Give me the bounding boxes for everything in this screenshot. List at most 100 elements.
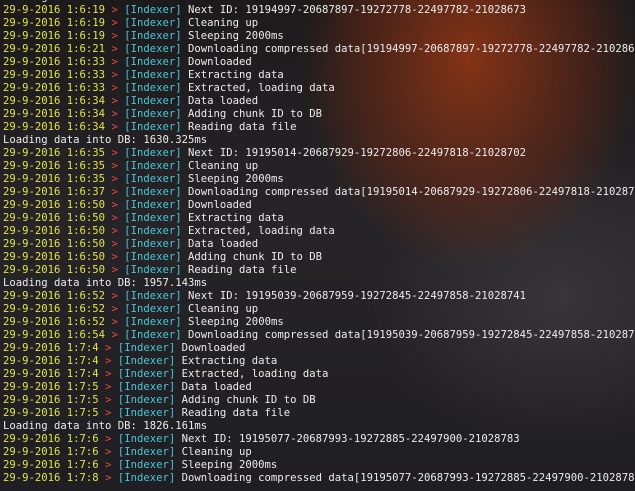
- log-tag: [Indexer]: [117, 368, 176, 380]
- log-timestamp: 29-9-2016 1:6:50: [3, 264, 106, 276]
- log-message: Next ID: 19195077-20687993-19272885-2249…: [181, 433, 520, 445]
- log-arrow: >: [111, 147, 118, 159]
- log-line: 29-9-2016 1:6:50 > [Indexer] Extracting …: [3, 212, 633, 225]
- log-tag: [Indexer]: [124, 30, 182, 42]
- log-message: Data loaded: [188, 95, 259, 107]
- log-tag: [Indexer]: [124, 108, 182, 120]
- log-arrow: >: [111, 30, 118, 42]
- log-tag: [Indexer]: [117, 355, 176, 367]
- log-tag: [Indexer]: [117, 472, 176, 484]
- log-timestamp: 29-9-2016 1:6:34: [3, 121, 106, 133]
- log-tag: [Indexer]: [124, 212, 182, 224]
- log-line: 29-9-2016 1:7:8 > [Indexer] Downloading …: [3, 472, 635, 485]
- log-arrow: >: [111, 225, 118, 237]
- log-tag: [Indexer]: [124, 147, 182, 159]
- log-arrow: >: [111, 43, 118, 55]
- log-timestamp: 29-9-2016 1:6:50: [3, 212, 106, 224]
- log-message: Downloading compressed data[19195039-206…: [188, 329, 635, 341]
- log-timestamp: 29-9-2016 1:6:35: [3, 173, 106, 185]
- log-line: 29-9-2016 1:6:19 > [Indexer] Cleaning up: [3, 17, 633, 30]
- log-timestamp: 29-9-2016 1:6:33: [3, 82, 106, 94]
- log-arrow: >: [105, 342, 112, 354]
- log-timestamp: 29-9-2016 1:6:52: [3, 316, 106, 328]
- log-message: Extracting data: [181, 355, 278, 367]
- log-arrow: >: [111, 95, 118, 107]
- log-tag: [Indexer]: [124, 82, 182, 94]
- log-message: Extracting data: [188, 69, 284, 81]
- summary-text: Loading data into DB: 1630.325ms: [3, 134, 208, 146]
- log-message: Downloading compressed data[19194997-206…: [188, 43, 635, 55]
- log-tag: [Indexer]: [124, 199, 182, 211]
- log-tag: [Indexer]: [124, 329, 182, 341]
- log-timestamp: 29-9-2016 1:7:4: [3, 355, 99, 367]
- log-timestamp: 29-9-2016 1:6:37: [3, 186, 106, 198]
- log-arrow: >: [105, 381, 112, 393]
- log-timestamp: 29-9-2016 1:6:54: [3, 329, 106, 341]
- log-tag: [Indexer]: [117, 381, 176, 393]
- log-message: Data loaded: [181, 381, 252, 393]
- log-line: 29-9-2016 1:6:33 > [Indexer] Extracted, …: [3, 82, 633, 95]
- log-tag: [Indexer]: [117, 446, 176, 458]
- log-arrow: >: [111, 290, 118, 302]
- log-arrow: >: [111, 82, 118, 94]
- log-message: Reading data file: [181, 407, 291, 419]
- log-message: Downloaded: [188, 56, 252, 68]
- log-line: 29-9-2016 1:6:52 > [Indexer] Sleeping 20…: [3, 316, 633, 329]
- log-timestamp: 29-9-2016 1:7:5: [3, 394, 99, 406]
- log-tag: [Indexer]: [117, 433, 176, 445]
- log-timestamp: 29-9-2016 1:6:33: [3, 69, 106, 81]
- log-tag: [Indexer]: [124, 238, 182, 250]
- log-arrow: >: [111, 69, 118, 81]
- log-timestamp: 29-9-2016 1:7:8: [3, 472, 99, 484]
- log-line: 29-9-2016 1:7:5 > [Indexer] Adding chunk…: [3, 394, 633, 407]
- log-line: 29-9-2016 1:6:50 > [Indexer] Extracted, …: [3, 225, 633, 238]
- log-message: Reading data file: [188, 121, 297, 133]
- log-line: 29-9-2016 1:6:19 > [Indexer] Sleeping 20…: [3, 30, 633, 43]
- log-message: Next ID: 19195014-20687929-19272806-2249…: [188, 147, 527, 159]
- summary-text: Loading data into DB: 1558.771ms: [3, 0, 207, 3]
- log-line: 29-9-2016 1:7:4 > [Indexer] Extracted, l…: [3, 368, 633, 381]
- log-timestamp: 29-9-2016 1:6:34: [3, 95, 106, 107]
- log-line: 29-9-2016 1:6:34 > [Indexer] Data loaded: [3, 95, 633, 108]
- log-message: Cleaning up: [188, 303, 259, 315]
- log-message: Cleaning up: [188, 17, 259, 29]
- log-timestamp: 29-9-2016 1:6:50: [3, 251, 106, 263]
- log-line: 29-9-2016 1:6:33 > [Indexer] Downloaded: [3, 56, 633, 69]
- log-line: 29-9-2016 1:7:4 > [Indexer] Extracting d…: [3, 355, 633, 368]
- log-arrow: >: [111, 108, 118, 120]
- log-timestamp: 29-9-2016 1:7:4: [3, 368, 99, 380]
- log-message: Sleeping 2000ms: [188, 316, 284, 328]
- log-arrow: >: [111, 212, 118, 224]
- log-line: 29-9-2016 1:6:50 > [Indexer] Downloaded: [3, 199, 633, 212]
- log-tag: [Indexer]: [124, 316, 182, 328]
- log-message: Extracted, loading data: [188, 82, 335, 94]
- log-line: 29-9-2016 1:6:19 > [Indexer] Next ID: 19…: [3, 4, 633, 17]
- log-timestamp: 29-9-2016 1:7:6: [3, 459, 99, 471]
- log-line: 29-9-2016 1:7:6 > [Indexer] Cleaning up: [3, 446, 633, 459]
- log-tag: [Indexer]: [124, 173, 182, 185]
- log-message: Extracted, loading data: [181, 368, 329, 380]
- log-arrow: >: [105, 407, 112, 419]
- log-line: 29-9-2016 1:6:35 > [Indexer] Next ID: 19…: [3, 147, 633, 160]
- log-arrow: >: [111, 121, 118, 133]
- log-tag: [Indexer]: [117, 394, 176, 406]
- log-summary-line: Loading data into DB: 1826.161ms: [3, 420, 633, 433]
- log-line: 29-9-2016 1:7:5 > [Indexer] Data loaded: [3, 381, 633, 394]
- log-timestamp: 29-9-2016 1:6:50: [3, 238, 106, 250]
- log-tag: [Indexer]: [124, 251, 182, 263]
- log-timestamp: 29-9-2016 1:6:50: [3, 225, 106, 237]
- log-arrow: >: [105, 368, 112, 380]
- log-tag: [Indexer]: [124, 4, 182, 16]
- log-tag: [Indexer]: [124, 225, 182, 237]
- log-line: 29-9-2016 1:7:4 > [Indexer] Downloaded: [3, 342, 633, 355]
- log-timestamp: 29-9-2016 1:6:52: [3, 290, 106, 302]
- log-arrow: >: [111, 303, 118, 315]
- log-summary-line: Loading data into DB: 1957.143ms: [3, 277, 633, 290]
- log-tag: [Indexer]: [117, 459, 176, 471]
- terminal-output[interactable]: Loading data into DB: 1558.771ms29-9-201…: [3, 0, 635, 491]
- log-arrow: >: [105, 355, 112, 367]
- log-summary-line: Loading data into DB: 1630.325ms: [3, 134, 633, 147]
- log-arrow: >: [111, 160, 118, 172]
- log-message: Downloading compressed data[19195014-206…: [188, 186, 635, 198]
- log-line: 29-9-2016 1:7:5 > [Indexer] Reading data…: [3, 407, 633, 420]
